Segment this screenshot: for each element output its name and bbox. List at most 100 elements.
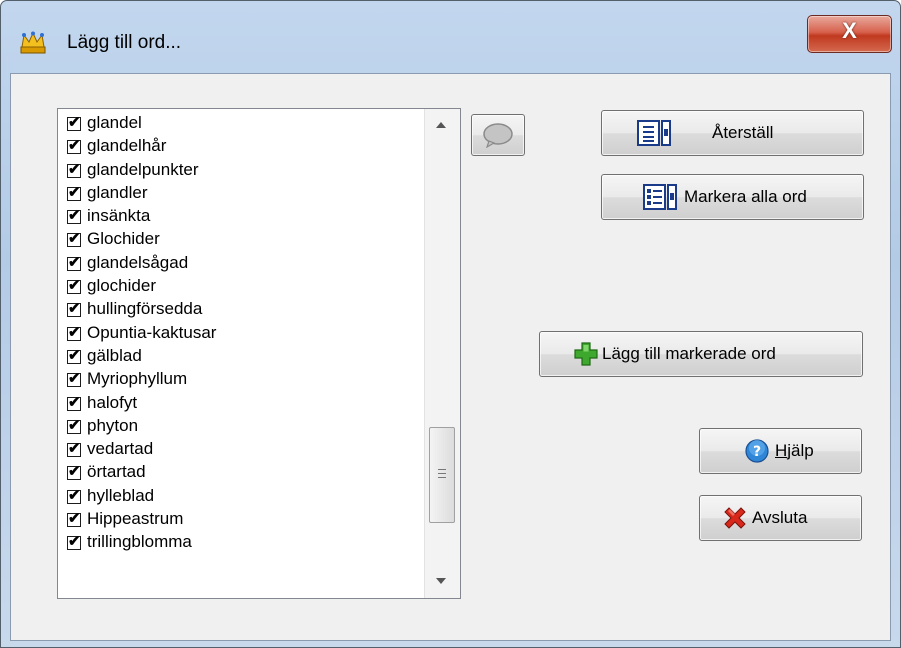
- item-label: örtartad: [87, 462, 146, 482]
- item-checkbox[interactable]: ✔: [67, 300, 81, 318]
- item-checkbox[interactable]: ✔: [67, 114, 81, 131]
- list-item[interactable]: ✔ glandelpunkter: [58, 159, 423, 182]
- item-label: Opuntia-kaktusar: [87, 322, 217, 342]
- list-item[interactable]: ✔ glandel: [58, 112, 423, 135]
- list-item[interactable]: ✔ glochider: [58, 275, 423, 298]
- list-item[interactable]: ✔ hullingförsedda: [58, 298, 423, 321]
- speech-bubble-icon: [483, 123, 513, 148]
- reset-button[interactable]: Återställ: [601, 110, 864, 156]
- item-checkbox[interactable]: ✔: [67, 324, 81, 341]
- item-checkbox[interactable]: ✔: [67, 510, 81, 528]
- list-item[interactable]: ✔ glandelsågad: [58, 252, 423, 275]
- scroll-down-arrow-icon[interactable]: [436, 578, 446, 584]
- mark-all-label: Markera alla ord: [684, 187, 807, 206]
- checkmark-icon: ✔: [68, 323, 81, 341]
- item-label: Glochider: [87, 229, 160, 249]
- help-button[interactable]: ? Hjälp: [699, 428, 862, 474]
- checkmark-icon: ✔: [68, 440, 81, 458]
- item-label: glandel: [87, 113, 142, 132]
- list-item[interactable]: ✔ halofyt: [58, 392, 423, 415]
- checkmark-icon: ✔: [68, 183, 81, 201]
- item-label: Myriophyllum: [87, 369, 188, 389]
- add-marked-words-button[interactable]: Lägg till markerade ord: [539, 331, 863, 377]
- list-item[interactable]: ✔ glandler: [58, 182, 423, 205]
- checkmark-icon: ✔: [68, 533, 81, 551]
- checkmark-icon: ✔: [68, 370, 81, 388]
- item-checkbox[interactable]: ✔: [67, 254, 81, 271]
- item-label: hylleblad: [87, 485, 155, 505]
- checkmark-icon: ✔: [68, 160, 81, 178]
- item-checkbox[interactable]: ✔: [67, 533, 81, 551]
- list-item[interactable]: ✔ Myriophyllum: [58, 368, 423, 391]
- exit-button[interactable]: Avsluta: [699, 495, 862, 541]
- app-crown-icon: [20, 31, 46, 54]
- item-checkbox[interactable]: ✔: [67, 370, 81, 388]
- checkmark-icon: ✔: [68, 393, 81, 411]
- list-item[interactable]: ✔ insänkta: [58, 205, 423, 228]
- list-item[interactable]: ✔ Hippeastrum: [58, 508, 423, 531]
- checklist-icon: [643, 184, 677, 210]
- list-item[interactable]: ✔ hylleblad: [58, 485, 423, 508]
- item-checkbox[interactable]: ✔: [67, 161, 81, 178]
- item-label: halofyt: [87, 392, 138, 412]
- word-checklist[interactable]: ✔ glandel ✔ glandelhår ✔ glandelpunkter ✔ gland…: [57, 108, 461, 599]
- grip-line: [438, 473, 446, 474]
- checkmark-icon: ✔: [68, 277, 81, 295]
- reset-label: Återställ: [712, 123, 774, 142]
- item-label: glandler: [87, 182, 148, 202]
- list-item[interactable]: ✔ glandelhår: [58, 135, 423, 158]
- list-item[interactable]: ✔ örtartad: [58, 461, 423, 484]
- list-item[interactable]: ✔ vedartad: [58, 438, 423, 461]
- item-checkbox[interactable]: ✔: [67, 137, 81, 155]
- help-label-rest: jälp: [787, 441, 814, 460]
- close-x-icon: [724, 507, 746, 529]
- exit-label: Avsluta: [752, 508, 808, 527]
- item-label: glochider: [87, 276, 156, 296]
- add-marked-label: Lägg till markerade ord: [602, 344, 776, 363]
- item-checkbox[interactable]: ✔: [67, 184, 81, 201]
- checkmark-icon: ✔: [68, 207, 81, 225]
- list-item[interactable]: ✔ Opuntia-kaktusar: [58, 322, 423, 345]
- checkmark-icon: ✔: [68, 300, 81, 318]
- dialog-window: Lägg till ord... X ✔ glandel ✔ glandelhår ✔ g…: [0, 0, 901, 648]
- grip-line: [438, 469, 446, 470]
- svg-text:?: ?: [753, 444, 761, 460]
- item-checkbox[interactable]: ✔: [67, 487, 81, 504]
- item-checkbox[interactable]: ✔: [67, 347, 81, 364]
- checkmark-icon: ✔: [68, 137, 81, 155]
- item-label: Hippeastrum: [87, 509, 184, 529]
- vertical-scrollbar[interactable]: [424, 109, 460, 598]
- item-checkbox[interactable]: ✔: [67, 394, 81, 411]
- item-checkbox[interactable]: ✔: [67, 417, 81, 434]
- item-label: glandelsågad: [87, 252, 189, 272]
- scroll-up-arrow-icon[interactable]: [436, 122, 446, 128]
- list-item[interactable]: ✔ trillingblomma: [58, 531, 423, 554]
- item-checkbox[interactable]: ✔: [67, 440, 81, 458]
- checkmark-icon: ✔: [68, 114, 81, 131]
- help-icon: ?: [745, 439, 769, 463]
- help-label: Hjälp: [775, 441, 814, 461]
- item-checkbox[interactable]: ✔: [67, 207, 81, 225]
- list-item[interactable]: ✔ Glochider: [58, 228, 423, 251]
- list-item[interactable]: ✔ phyton: [58, 415, 423, 438]
- close-icon: X: [842, 18, 857, 43]
- speech-bubble-button[interactable]: [471, 114, 525, 156]
- grip-line: [438, 477, 446, 478]
- list-item[interactable]: ✔ gälblad: [58, 345, 423, 368]
- close-button[interactable]: X: [807, 15, 892, 53]
- item-label: insänkta: [87, 206, 151, 226]
- list-icon: [637, 120, 671, 146]
- checkmark-icon: ✔: [68, 510, 81, 528]
- item-label: trillingblomma: [87, 532, 192, 552]
- scrollbar-thumb[interactable]: [429, 427, 455, 523]
- item-label: gälblad: [87, 345, 142, 365]
- item-label: hullingförsedda: [87, 299, 203, 319]
- item-label: phyton: [87, 415, 139, 435]
- item-label: glandelhår: [87, 136, 167, 156]
- item-checkbox[interactable]: ✔: [67, 277, 81, 295]
- item-label: glandelpunkter: [87, 159, 199, 179]
- title-bar: Lägg till ord... X: [1, 1, 900, 73]
- item-checkbox[interactable]: ✔: [67, 463, 81, 481]
- item-checkbox[interactable]: ✔: [67, 230, 81, 248]
- mark-all-button[interactable]: Markera alla ord: [601, 174, 864, 220]
